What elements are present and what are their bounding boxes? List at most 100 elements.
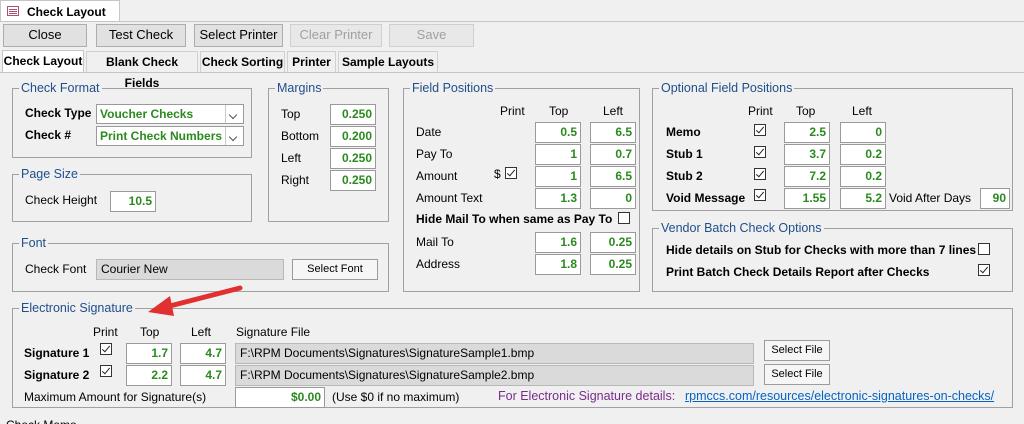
optional-top-input[interactable]: 2.5 (784, 122, 830, 143)
select-printer-button[interactable]: Select Printer (194, 24, 283, 47)
optional-left-input[interactable]: 0.2 (840, 166, 886, 187)
field-top-input[interactable]: 1.6 (535, 232, 581, 253)
field-positions-group: Field Positions Print Top Left Date 0.5 … (403, 81, 640, 292)
signature-file-field[interactable]: F:\RPM Documents\Signatures\SignatureSam… (235, 343, 754, 364)
field-label: Amount Text (416, 191, 483, 205)
select-file-button[interactable]: Select File (764, 340, 830, 361)
hide-details-checkbox[interactable] (978, 243, 990, 255)
clear-printer-button[interactable]: Clear Printer (290, 24, 382, 47)
optional-positions-legend: Optional Field Positions (659, 81, 795, 95)
signature-file-header: Signature File (236, 325, 311, 339)
document-tab[interactable]: Check Layout (0, 0, 120, 21)
tab-check-layout[interactable]: Check Layout (2, 50, 84, 73)
field-left-input[interactable]: 0 (590, 188, 636, 209)
optional-left-input[interactable]: 5.2 (840, 188, 886, 209)
left-header: Left (852, 104, 873, 118)
signature-left-input[interactable]: 4.7 (180, 365, 226, 386)
check-format-legend: Check Format (19, 81, 102, 95)
margin-input[interactable]: 0.250 (330, 104, 376, 125)
top-header: Top (549, 104, 569, 118)
optional-top-input[interactable]: 3.7 (784, 144, 830, 165)
dollar-label: $ (494, 167, 501, 181)
field-top-input[interactable]: 0.5 (535, 122, 581, 143)
test-check-button[interactable]: Test Check (96, 24, 186, 47)
margin-input[interactable]: 0.250 (330, 170, 376, 191)
signature-file-field[interactable]: F:\RPM Documents\Signatures\SignatureSam… (235, 365, 754, 386)
optional-left-input[interactable]: 0.2 (840, 144, 886, 165)
check-type-select[interactable]: Voucher Checks (96, 104, 244, 124)
field-label: Address (416, 257, 461, 271)
check-height-input[interactable]: 10.5 (110, 191, 156, 212)
optional-top-input[interactable]: 7.2 (784, 166, 830, 187)
field-top-input[interactable]: 1.8 (535, 254, 581, 275)
margin-input[interactable]: 0.200 (330, 126, 376, 147)
field-left-input[interactable]: 6.5 (590, 122, 636, 143)
optional-field-label: Memo (666, 125, 701, 139)
electronic-signature-legend: Electronic Signature (19, 301, 135, 315)
field-left-input[interactable]: 0.25 (590, 232, 636, 253)
signature-top-input[interactable]: 1.7 (126, 343, 172, 364)
margin-label: Bottom (281, 129, 320, 143)
signature-label: Signature 1 (24, 346, 90, 360)
field-left-input[interactable]: 0.7 (590, 144, 636, 165)
stub1-print-checkbox[interactable] (754, 146, 766, 158)
optional-top-input[interactable]: 1.55 (784, 188, 830, 209)
vendor-batch-group: Vendor Batch Check Options Hide details … (652, 221, 1013, 292)
check-memo-label: Check Memo (6, 418, 77, 424)
field-top-input[interactable]: 1 (535, 144, 581, 165)
margin-input[interactable]: 0.250 (330, 148, 376, 169)
print-header: Print (500, 104, 525, 118)
max-amount-input[interactable]: $0.00 (235, 387, 325, 408)
save-button[interactable]: Save (389, 24, 474, 47)
esig-details-label: For Electronic Signature details: (498, 389, 676, 403)
page-size-legend: Page Size (19, 167, 80, 181)
tab-divider (0, 72, 1024, 73)
signature1-print-checkbox[interactable] (100, 343, 112, 355)
left-header: Left (191, 325, 212, 339)
hide-mail-to-checkbox[interactable] (618, 212, 630, 224)
check-type-value: Voucher Checks (100, 107, 194, 121)
chevron-down-icon[interactable] (225, 105, 243, 123)
field-top-input[interactable]: 1 (535, 166, 581, 187)
tab-sample-layouts[interactable]: Sample Layouts (338, 51, 438, 72)
print-report-checkbox[interactable] (978, 264, 990, 276)
hide-details-label: Hide details on Stub for Checks with mor… (666, 243, 977, 257)
memo-print-checkbox[interactable] (754, 124, 766, 136)
signature2-print-checkbox[interactable] (100, 365, 112, 377)
void-message-print-checkbox[interactable] (754, 189, 766, 201)
void-after-days-input[interactable]: 90 (980, 188, 1010, 209)
field-left-input[interactable]: 0.25 (590, 254, 636, 275)
field-positions-legend: Field Positions (410, 81, 496, 95)
select-file-button[interactable]: Select File (764, 364, 830, 385)
top-header: Top (796, 104, 816, 118)
check-number-select[interactable]: Print Check Numbers (96, 126, 244, 146)
void-after-days-label: Void After Days (889, 191, 972, 205)
field-label: Amount (416, 169, 458, 183)
electronic-signature-group: Electronic Signature Print Top Left Sign… (12, 301, 1013, 408)
select-font-button[interactable]: Select Font (292, 259, 378, 280)
signature-top-input[interactable]: 2.2 (126, 365, 172, 386)
margin-label: Right (281, 173, 310, 187)
page-size-group: Page Size Check Height 10.5 (12, 167, 252, 222)
margin-label: Top (281, 107, 301, 121)
amount-dollar-checkbox[interactable] (505, 167, 517, 179)
print-header: Print (748, 104, 773, 118)
print-report-label: Print Batch Check Details Report after C… (666, 265, 930, 279)
esig-details-link[interactable]: rpmccs.com/resources/electronic-signatur… (685, 389, 994, 403)
tab-blank-check-fields[interactable]: Blank Check Fields (86, 51, 198, 90)
chevron-down-icon[interactable] (225, 127, 243, 145)
field-left-input[interactable]: 6.5 (590, 166, 636, 187)
field-label: Date (416, 125, 442, 139)
field-top-input[interactable]: 1.3 (535, 188, 581, 209)
optional-left-input[interactable]: 0 (840, 122, 886, 143)
tab-printer[interactable]: Printer (287, 51, 336, 72)
tab-check-sorting[interactable]: Check Sorting (200, 51, 285, 72)
signature-label: Signature 2 (24, 368, 90, 382)
optional-positions-group: Optional Field Positions Print Top Left … (652, 81, 1013, 211)
stub2-print-checkbox[interactable] (754, 168, 766, 180)
signature-left-input[interactable]: 4.7 (180, 343, 226, 364)
check-font-field[interactable]: Courier New (96, 259, 284, 280)
hide-mail-to-label: Hide Mail To when same as Pay To (416, 212, 613, 226)
close-button[interactable]: Close (3, 24, 87, 47)
field-label: Mail To (416, 235, 454, 249)
